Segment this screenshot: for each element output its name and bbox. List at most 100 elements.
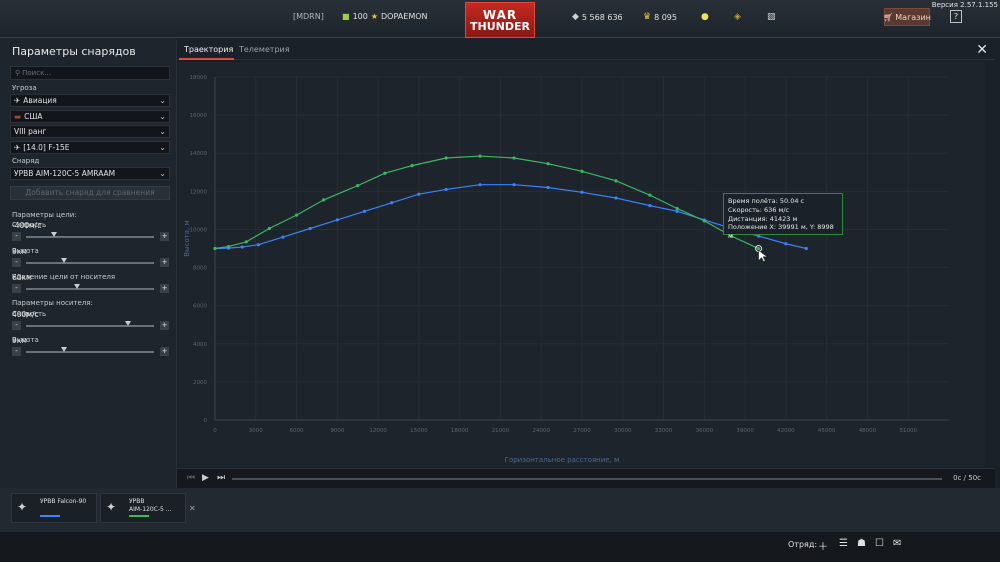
chevron-down-icon: ⌄ [159, 169, 166, 178]
decrease-button[interactable]: - [12, 258, 21, 267]
playback-timeline[interactable] [232, 478, 942, 480]
shell-select[interactable]: УРВВ AIM-120C-5 AMRAAM ⌄ [10, 167, 170, 180]
decrease-button[interactable]: - [12, 232, 21, 241]
shell-card[interactable]: ✦ УРВВ AIM-120C-5 ... ✕ [100, 493, 196, 523]
skip-back-icon[interactable]: ⏮ [187, 473, 195, 483]
close-icon[interactable]: ✕ [976, 42, 988, 58]
remove-card-icon[interactable]: ✕ [189, 504, 196, 513]
slider-track[interactable] [26, 284, 154, 290]
data-point [226, 244, 231, 249]
data-point [546, 185, 550, 190]
eagle-icon: ♛ [643, 12, 652, 22]
silver-lions[interactable]: ◆ 5 568 636 [572, 12, 623, 22]
target-alt-slider[interactable]: - + [12, 258, 170, 268]
distance-slider[interactable]: - + [12, 284, 170, 294]
y-tick-label: 14000 [190, 151, 208, 157]
slider-thumb[interactable] [74, 284, 81, 289]
search-input[interactable]: ⚲ Поиск... [10, 66, 170, 80]
tooltip-line: Время полёта: 50.04 с [728, 197, 805, 205]
logo-line1: WAR [482, 7, 518, 22]
chevron-down-icon: ⌄ [159, 96, 166, 105]
slider-thumb[interactable] [51, 232, 58, 237]
country-value: США [24, 112, 43, 121]
bottom-bar: Отряд: ＋ ☰ ☗ ☐ ✉ [0, 532, 1000, 562]
slider-thumb[interactable] [61, 258, 68, 263]
y-tick-label: 4000 [193, 342, 207, 348]
player-profile[interactable]: ■ 100 ★ DOPAEMON [342, 12, 428, 21]
rank-select[interactable]: VIII ранг ⌄ [10, 125, 170, 138]
decrease-button[interactable]: - [12, 321, 21, 330]
target-speed-slider[interactable]: - + [12, 232, 170, 242]
x-tick-label: 45000 [818, 428, 836, 434]
contacts-icon[interactable]: ☗ [857, 538, 866, 549]
golden-eagles[interactable]: ♛ 8 095 [643, 12, 677, 22]
slider-track[interactable] [26, 232, 154, 238]
help-button[interactable]: ? [950, 10, 962, 23]
x-axis-label: Горизонтальное расстояние, м [505, 456, 620, 464]
list-icon[interactable]: ☰ [839, 538, 848, 549]
data-point [256, 243, 261, 247]
rank-icon: ■ [342, 12, 350, 21]
chevron-down-icon: ⌄ [159, 127, 166, 136]
war-thunder-logo[interactable]: WAR THUNDER [465, 2, 535, 38]
increase-button[interactable]: + [160, 258, 169, 267]
increase-button[interactable]: + [160, 321, 169, 330]
data-point [580, 169, 584, 173]
threat-type-value: Авиация [23, 96, 57, 105]
golden-eagles-value: 8 095 [654, 12, 677, 22]
play-icon[interactable]: ▶ [202, 473, 209, 483]
target-params-label: Параметры цели: [12, 211, 77, 219]
shell-card[interactable]: ✦ УРВВ Falcon-90 ✕ [11, 493, 107, 523]
tooltip-line: Положение X: 39991 м, Y: 8998 м [728, 223, 834, 241]
data-point [580, 190, 584, 194]
tab-trajectory[interactable]: Траектория [184, 45, 233, 54]
battle-pass-button[interactable]: ▧ [767, 12, 776, 22]
x-tick-label: 48000 [859, 428, 877, 434]
data-point [417, 192, 421, 196]
decrease-button[interactable]: - [12, 347, 21, 356]
mail-icon[interactable]: ✉ [893, 538, 901, 549]
decrease-button[interactable]: - [12, 284, 21, 293]
clan-tag[interactable]: [MDRN] [293, 12, 324, 21]
shell-card-name: УРВВ Falcon-90 [40, 498, 87, 505]
data-point [675, 206, 679, 211]
chat-icon[interactable]: ☐ [875, 538, 884, 549]
vehicle-select[interactable]: ✈ [14.0] F-15E ⌄ [10, 141, 170, 154]
premium-button[interactable]: ◈ [734, 12, 741, 22]
y-tick-label: 18000 [190, 75, 208, 81]
skip-forward-icon[interactable]: ⏭ [217, 473, 225, 483]
increase-button[interactable]: + [160, 284, 169, 293]
target-speed-value: -400м/с [12, 221, 42, 230]
main-panel: Траектория Телеметрия ✕ 0 2000 4000 6000 800… [176, 40, 995, 488]
country-select[interactable]: ▬ США ⌄ [10, 110, 170, 123]
data-point [804, 246, 808, 251]
shop-button[interactable]: 🛒︎ Магазин [883, 8, 931, 26]
shell-cards-bar: ✦ УРВВ Falcon-90 ✕ ✦ УРВВ AIM-120C-5 ...… [0, 488, 1000, 532]
missile-icon: ✦ [106, 500, 117, 514]
add-squad-icon[interactable]: ＋ [818, 538, 828, 553]
tooltip-line: Скорость: 636 м/с [728, 205, 790, 214]
hint-button[interactable]: ● [701, 12, 709, 22]
tab-telemetry[interactable]: Телеметрия [239, 45, 290, 54]
carrier-alt-slider[interactable]: - + [12, 347, 170, 357]
shell-label: Снаряд [12, 157, 40, 165]
shell-params-panel: Параметры снарядов ⚲ Поиск... Угроза ✈ А… [0, 38, 176, 488]
slider-track[interactable] [26, 258, 154, 264]
increase-button[interactable]: + [160, 347, 169, 356]
slider-thumb[interactable] [61, 347, 68, 352]
x-tick-label: 3000 [249, 428, 263, 434]
x-tick-label: 12000 [369, 428, 387, 434]
carrier-speed-slider[interactable]: - + [12, 321, 170, 331]
distance-value: 60км [12, 273, 32, 282]
data-point [675, 209, 679, 213]
y-tick-label: 8000 [193, 266, 207, 272]
slider-thumb[interactable] [125, 321, 132, 326]
threat-type-select[interactable]: ✈ Авиация ⌄ [10, 94, 170, 107]
x-tick-label: 9000 [330, 428, 344, 434]
data-point [444, 187, 448, 192]
increase-button[interactable]: + [160, 232, 169, 241]
add-shell-button[interactable]: Добавить снаряд для сравнения [10, 186, 170, 200]
slider-track[interactable] [26, 347, 154, 353]
slider-track[interactable] [26, 321, 154, 327]
data-point [308, 226, 312, 231]
